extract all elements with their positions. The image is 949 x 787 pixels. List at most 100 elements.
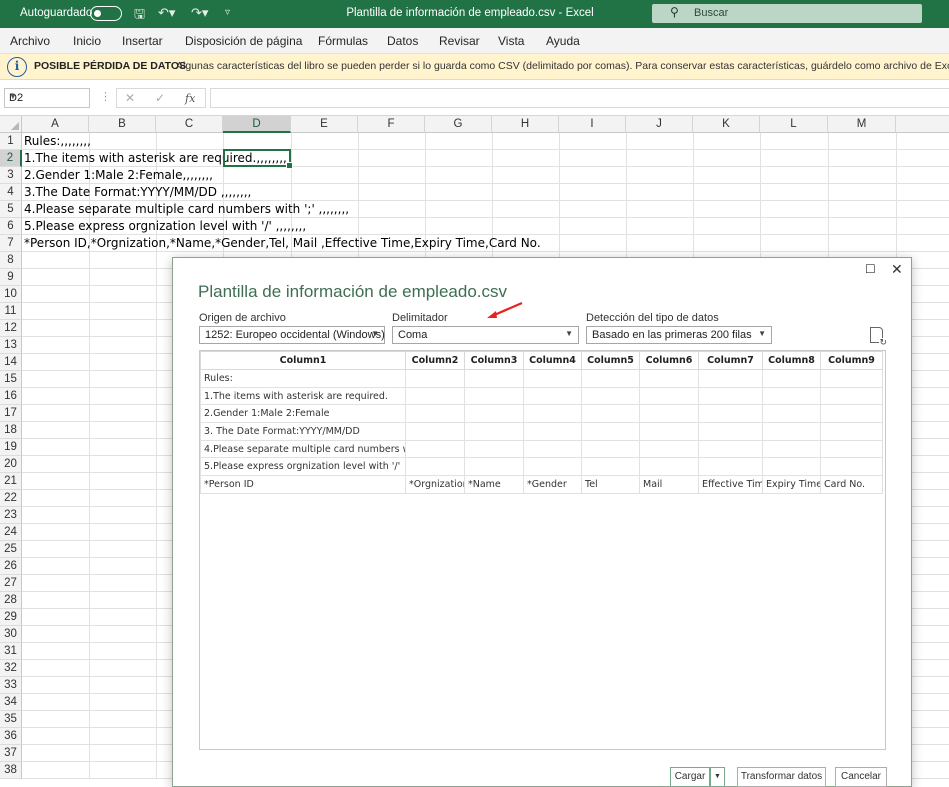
customize-toolbar-icon[interactable]: ▿ xyxy=(225,7,230,18)
tab-datos[interactable]: Datos xyxy=(387,34,418,48)
column-header-i[interactable]: I xyxy=(559,116,626,133)
row-header[interactable]: 4 xyxy=(0,184,22,201)
data-preview[interactable]: Column1 Column2 Column3 Column4 Column5 … xyxy=(199,350,886,750)
row-header[interactable]: 14 xyxy=(0,354,22,371)
column-header-n[interactable] xyxy=(896,116,949,133)
cell-a5[interactable]: 4.Please separate multiple card numbers … xyxy=(24,201,349,218)
load-options-chevron-icon[interactable]: ▼ xyxy=(710,767,725,787)
row-header[interactable]: 23 xyxy=(0,507,22,524)
undo-icon[interactable]: ↶▾ xyxy=(158,5,175,21)
cell-a3[interactable]: 2.Gender 1:Male 2:Female,,,,,,,, xyxy=(24,167,213,184)
cell-a4[interactable]: 3.The Date Format:YYYY/MM/DD ,,,,,,,, xyxy=(24,184,251,201)
column-header-d[interactable]: D xyxy=(223,116,291,133)
close-icon[interactable]: ✕ xyxy=(891,261,903,278)
row-header[interactable]: 6 xyxy=(0,218,22,235)
column-header-f[interactable]: F xyxy=(358,116,425,133)
transform-data-button[interactable]: Transformar datos xyxy=(737,767,826,787)
preview-cell xyxy=(523,422,582,441)
row-header[interactable]: 35 xyxy=(0,711,22,728)
row-header[interactable]: 29 xyxy=(0,609,22,626)
preview-cell xyxy=(464,439,524,459)
refresh-preview-icon[interactable] xyxy=(870,327,887,347)
row-header[interactable]: 10 xyxy=(0,286,22,303)
column-header-j[interactable]: J xyxy=(626,116,693,133)
tab-revisar[interactable]: Revisar xyxy=(439,34,480,48)
column-header-a[interactable]: A xyxy=(22,116,89,133)
row-header[interactable]: 25 xyxy=(0,541,22,558)
column-header-h[interactable]: H xyxy=(492,116,559,133)
cell-a1[interactable]: Rules:,,,,,,,, xyxy=(24,133,91,150)
row-header[interactable]: 32 xyxy=(0,660,22,677)
save-icon[interactable]: 🖫 xyxy=(134,5,145,27)
confirm-entry-icon[interactable]: ✓ xyxy=(155,91,165,105)
tab-insertar[interactable]: Insertar xyxy=(122,34,163,48)
row-header[interactable]: 33 xyxy=(0,677,22,694)
preview-cell xyxy=(762,404,821,424)
select-all-corner[interactable] xyxy=(0,116,22,133)
row-header[interactable]: 20 xyxy=(0,456,22,473)
tab-archivo[interactable]: Archivo xyxy=(10,34,50,48)
column-header-l[interactable]: L xyxy=(760,116,828,133)
origin-select[interactable]: 1252: Europeo occidental (Windows) ▼ xyxy=(199,326,385,344)
red-arrow-icon xyxy=(487,301,523,318)
preview-cell xyxy=(639,369,699,388)
cell-a6[interactable]: 5.Please express orgnization level with … xyxy=(24,218,306,235)
row-header[interactable]: 12 xyxy=(0,320,22,337)
cell-a7[interactable]: *Person ID,*Orgnization,*Name,*Gender,Te… xyxy=(24,235,541,252)
redo-icon[interactable]: ↷▾ xyxy=(191,5,208,21)
cancel-button[interactable]: Cancelar xyxy=(835,767,887,787)
row-header[interactable]: 22 xyxy=(0,490,22,507)
row-header[interactable]: 37 xyxy=(0,745,22,762)
name-box[interactable]: D2 ▼ xyxy=(4,88,90,108)
row-header[interactable]: 18 xyxy=(0,422,22,439)
cancel-entry-icon[interactable]: ✕ xyxy=(125,91,135,105)
delimiter-select[interactable]: Coma ▼ xyxy=(392,326,579,344)
row-header[interactable]: 17 xyxy=(0,405,22,422)
row-header[interactable]: 15 xyxy=(0,371,22,388)
row-header[interactable]: 11 xyxy=(0,303,22,320)
tab-inicio[interactable]: Inicio xyxy=(73,34,101,48)
tab-formulas[interactable]: Fórmulas xyxy=(318,34,368,48)
row-header[interactable]: 21 xyxy=(0,473,22,490)
tab-ayuda[interactable]: Ayuda xyxy=(546,34,580,48)
maximize-icon[interactable]: ☐ xyxy=(865,262,876,276)
load-button[interactable]: Cargar xyxy=(670,767,710,787)
column-header-e[interactable]: E xyxy=(291,116,358,133)
row-header[interactable]: 2 xyxy=(0,150,22,167)
row-header[interactable]: 28 xyxy=(0,592,22,609)
column-header-g[interactable]: G xyxy=(425,116,492,133)
row-header[interactable]: 31 xyxy=(0,643,22,660)
row-header[interactable]: 1 xyxy=(0,133,22,150)
row-header[interactable]: 27 xyxy=(0,575,22,592)
column-header-c[interactable]: C xyxy=(156,116,223,133)
row-header[interactable]: 34 xyxy=(0,694,22,711)
row-header[interactable]: 13 xyxy=(0,337,22,354)
formula-input[interactable] xyxy=(210,88,949,108)
tab-vista[interactable]: Vista xyxy=(498,34,524,48)
row-header[interactable]: 36 xyxy=(0,728,22,745)
detection-select[interactable]: Basado en las primeras 200 filas ▼ xyxy=(586,326,772,344)
row-header[interactable]: 30 xyxy=(0,626,22,643)
preview-header-row: Column1 Column2 Column3 Column4 Column5 … xyxy=(200,351,883,370)
row-header[interactable]: 5 xyxy=(0,201,22,218)
row-header[interactable]: 38 xyxy=(0,762,22,779)
row-header[interactable]: 3 xyxy=(0,167,22,184)
chevron-down-icon[interactable]: ▼ xyxy=(9,92,85,101)
row-header[interactable]: 16 xyxy=(0,388,22,405)
preview-cell: Mail xyxy=(639,475,699,494)
column-header-m[interactable]: M xyxy=(828,116,896,133)
row-header[interactable]: 8 xyxy=(0,252,22,269)
insert-function-icon[interactable]: fx xyxy=(185,92,195,105)
column-header-b[interactable]: B xyxy=(89,116,156,133)
preview-cell: 2.Gender 1:Male 2:Female xyxy=(200,404,406,424)
autosave-toggle[interactable] xyxy=(90,6,122,21)
row-header[interactable]: 9 xyxy=(0,269,22,286)
tab-disposicion[interactable]: Disposición de página xyxy=(185,34,302,48)
search-box[interactable]: ⚲ Buscar xyxy=(652,4,922,23)
row-header[interactable]: 7 xyxy=(0,235,22,252)
active-cell-d2[interactable] xyxy=(223,149,293,169)
row-header[interactable]: 19 xyxy=(0,439,22,456)
column-header-k[interactable]: K xyxy=(693,116,760,133)
row-header[interactable]: 24 xyxy=(0,524,22,541)
row-header[interactable]: 26 xyxy=(0,558,22,575)
